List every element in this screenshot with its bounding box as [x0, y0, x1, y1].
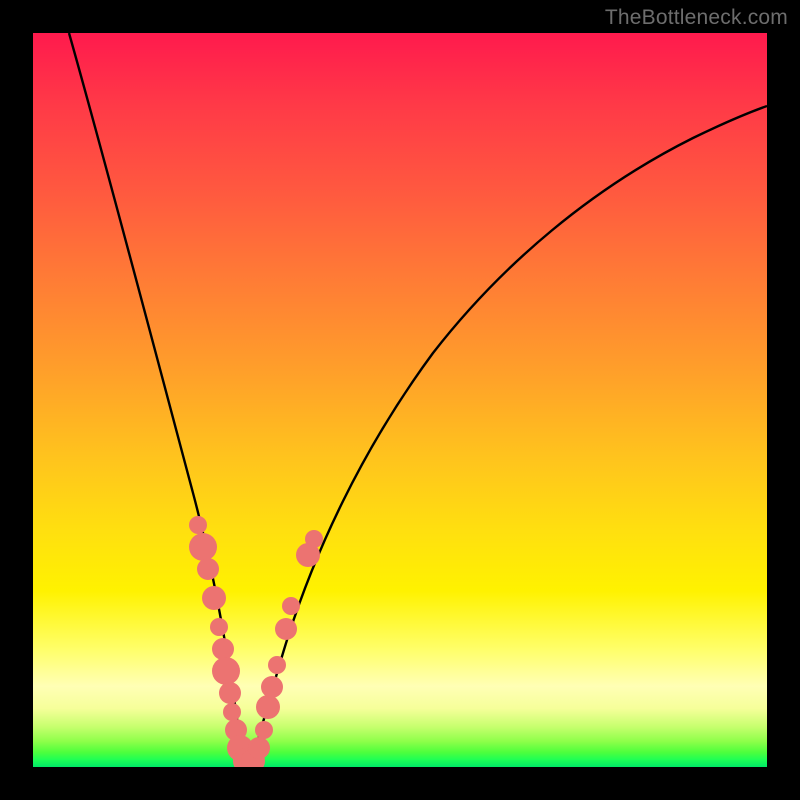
- marker-dot: [275, 618, 297, 640]
- bottleneck-curve: [69, 33, 767, 767]
- marker-dot: [212, 638, 234, 660]
- marker-dot: [189, 516, 207, 534]
- marker-dot: [282, 597, 300, 615]
- curve-layer: [33, 33, 767, 767]
- marker-dot: [256, 695, 280, 719]
- chart-frame: TheBottleneck.com: [0, 0, 800, 800]
- watermark-text: TheBottleneck.com: [605, 6, 788, 30]
- marker-dot: [261, 676, 283, 698]
- plot-area: [33, 33, 767, 767]
- marker-dot: [268, 656, 286, 674]
- marker-dot: [212, 657, 240, 685]
- marker-dot: [248, 737, 270, 759]
- marker-dot: [305, 530, 323, 548]
- marker-dot: [255, 721, 273, 739]
- marker-dot: [202, 586, 226, 610]
- marker-dot: [210, 618, 228, 636]
- marker-dot: [197, 558, 219, 580]
- marker-group: [189, 516, 323, 767]
- marker-dot: [189, 533, 217, 561]
- marker-dot: [223, 703, 241, 721]
- marker-dot: [219, 682, 241, 704]
